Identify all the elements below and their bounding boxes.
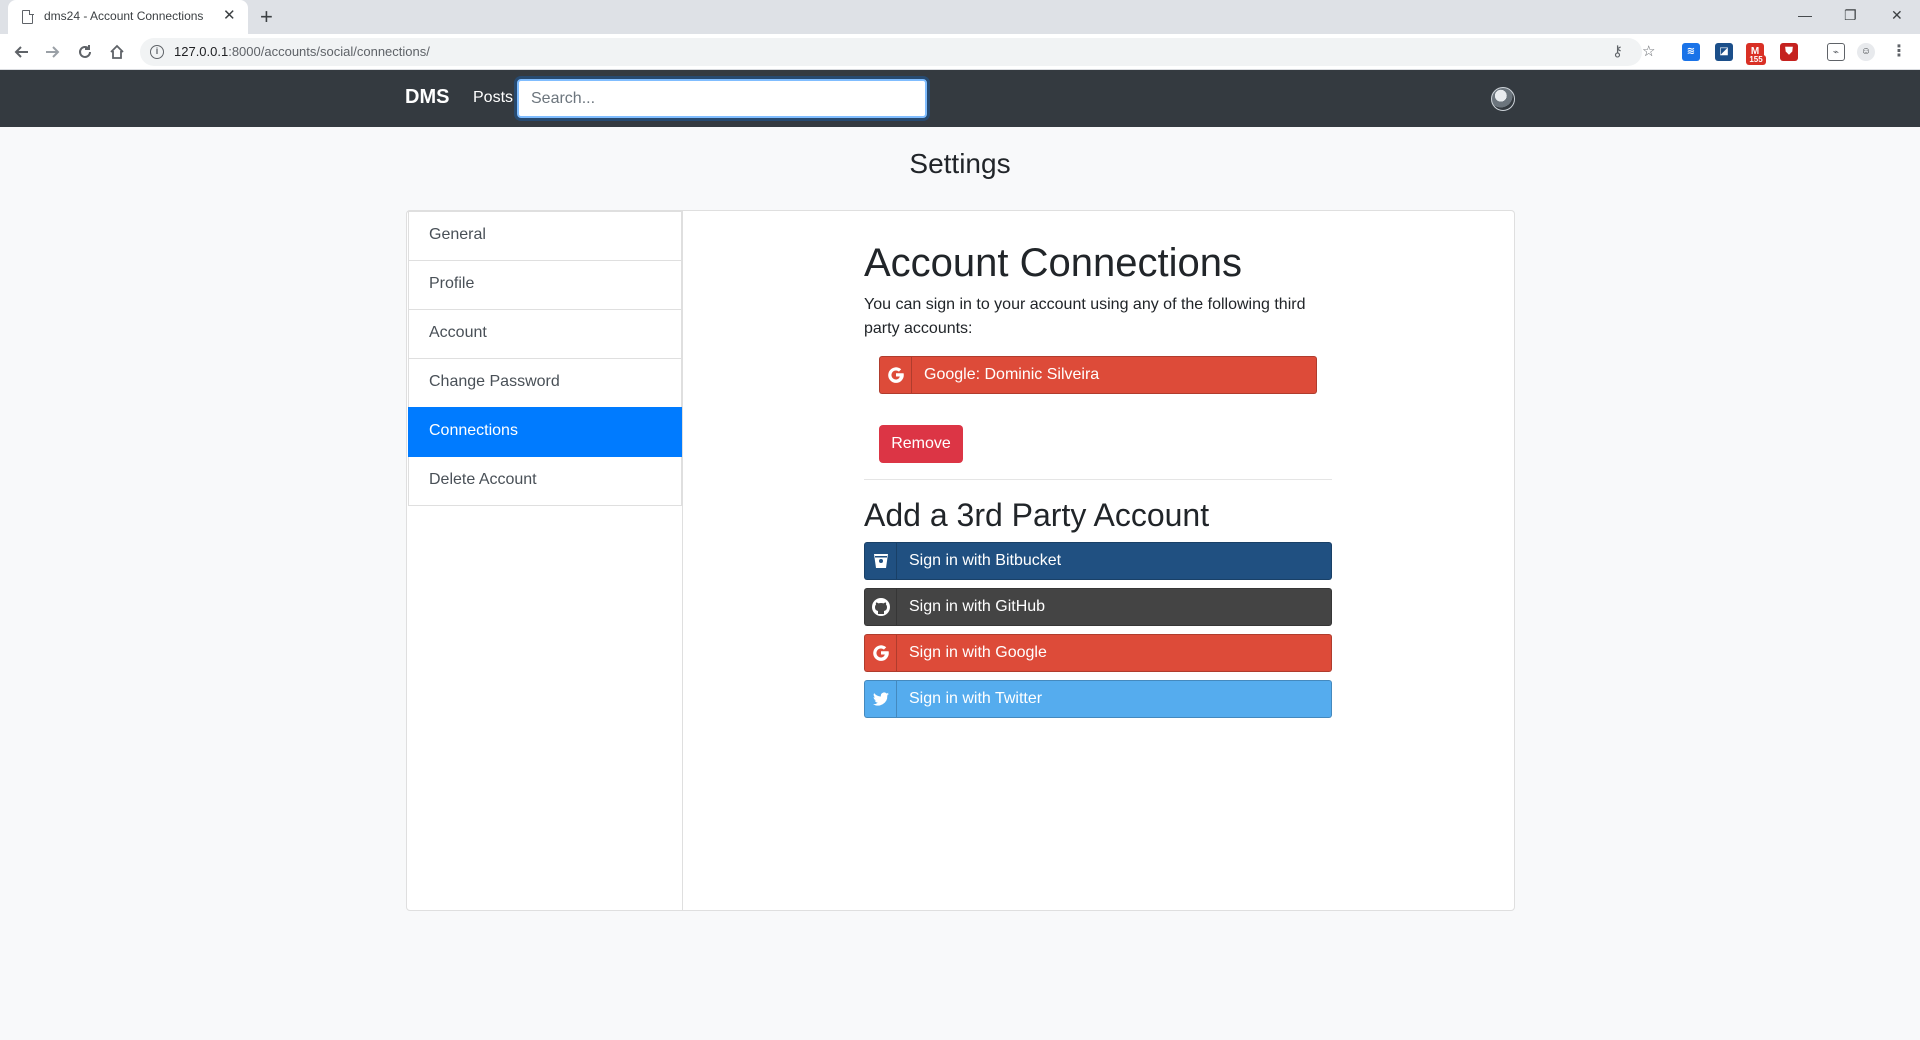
sidebar-item-account[interactable]: Account [408, 309, 682, 359]
bitbucket-signin-button[interactable]: Sign in with Bitbucket [864, 542, 1332, 580]
bitbucket-icon [865, 543, 897, 579]
back-icon[interactable] [9, 40, 33, 64]
github-label: Sign in with GitHub [909, 598, 1046, 615]
reload-icon[interactable] [73, 40, 97, 64]
extension-icon[interactable]: ◪ [1715, 43, 1733, 61]
cast-icon[interactable]: ⌁ [1827, 43, 1845, 61]
site-info-icon[interactable]: i [150, 45, 164, 59]
remove-button[interactable]: Remove [879, 425, 963, 463]
page-title: Settings [909, 148, 1011, 179]
key-icon[interactable]: ⚷ [1612, 42, 1623, 62]
tab-title: dms24 - Account Connections [44, 9, 204, 23]
url-text: 127.0.0.1:8000/accounts/social/connectio… [174, 44, 430, 59]
section-divider [864, 479, 1332, 480]
bookmark-star-icon[interactable]: ☆ [1642, 42, 1655, 62]
extension-icon[interactable]: ≋ [1682, 43, 1700, 61]
home-icon[interactable] [105, 40, 129, 64]
connections-heading: Account Connections [864, 241, 1243, 285]
sidebar-item-profile[interactable]: Profile [408, 260, 682, 310]
brand-logo[interactable]: DMS [405, 86, 449, 109]
add-account-heading: Add a 3rd Party Account [864, 497, 1210, 533]
settings-card: General Profile Account Change Password … [406, 210, 1515, 911]
profile-avatar-icon[interactable]: ☺ [1857, 43, 1875, 61]
browser-tab[interactable]: dms24 - Account Connections ✕ [8, 0, 248, 34]
google-signin-button[interactable]: Sign in with Google [864, 634, 1332, 672]
bitbucket-label: Sign in with Bitbucket [909, 552, 1062, 569]
sidebar-item-change-password[interactable]: Change Password [408, 358, 682, 408]
google-icon [865, 635, 897, 671]
gmail-badge: 155 [1746, 55, 1766, 65]
connected-account-label: Google: Dominic Silveira [924, 366, 1100, 383]
browser-toolbar: i 127.0.0.1:8000/accounts/social/connect… [0, 34, 1920, 70]
page-icon [22, 9, 34, 24]
connected-google-account[interactable]: Google: Dominic Silveira [879, 356, 1317, 394]
restore-icon[interactable]: ❐ [1844, 5, 1857, 25]
twitter-signin-button[interactable]: Sign in with Twitter [864, 680, 1332, 718]
posts-link[interactable]: Posts [473, 89, 513, 107]
minimize-icon[interactable]: — [1798, 5, 1812, 25]
search-input[interactable] [517, 79, 927, 118]
sidebar-item-connections[interactable]: Connections [408, 407, 682, 457]
google-label: Sign in with Google [909, 644, 1047, 661]
shield-extension-icon[interactable]: ⛊ [1780, 43, 1798, 61]
close-window-icon[interactable]: ✕ [1891, 5, 1903, 25]
browser-tab-bar: dms24 - Account Connections ✕ + — ❐ ✕ [0, 0, 1920, 34]
settings-sidebar: General Profile Account Change Password … [407, 211, 683, 910]
new-tab-icon[interactable]: + [260, 4, 273, 30]
forward-icon[interactable] [41, 40, 65, 64]
github-icon [865, 589, 897, 625]
menu-kebab-icon[interactable]: ⋮ [1890, 43, 1908, 61]
site-navbar: DMS Posts [0, 70, 1920, 127]
user-avatar[interactable] [1491, 87, 1515, 111]
github-signin-button[interactable]: Sign in with GitHub [864, 588, 1332, 626]
sidebar-item-general[interactable]: General [408, 211, 682, 261]
twitter-label: Sign in with Twitter [909, 690, 1043, 707]
google-icon [880, 357, 912, 393]
connections-description: You can sign in to your account using an… [864, 296, 1306, 337]
twitter-icon [865, 681, 897, 717]
sidebar-item-delete-account[interactable]: Delete Account [408, 456, 682, 506]
close-tab-icon[interactable]: ✕ [223, 7, 236, 25]
address-bar[interactable]: i 127.0.0.1:8000/accounts/social/connect… [140, 38, 1655, 66]
